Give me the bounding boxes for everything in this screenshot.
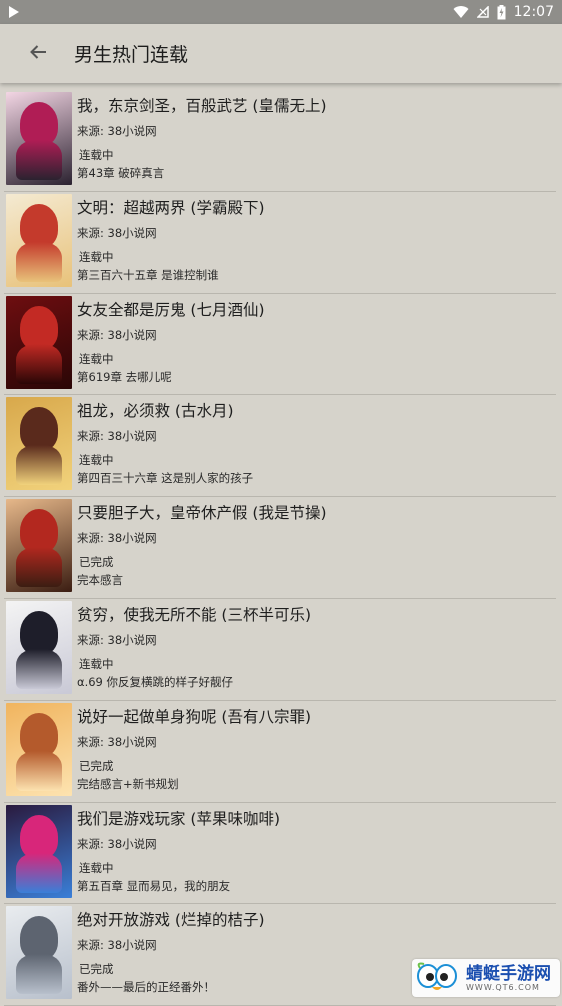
book-cover [6, 702, 72, 796]
wifi-icon [453, 5, 469, 19]
app-bar: 男生热门连载 [0, 24, 562, 83]
book-cover [6, 499, 72, 593]
book-title: 女友全都是厉鬼 (七月酒仙) [77, 300, 265, 319]
page-title: 男生热门连载 [74, 44, 189, 66]
book-cover [6, 804, 72, 898]
book-status: 连载中 [79, 860, 114, 875]
no-signal-icon [476, 6, 489, 18]
latest-chapter: 第三百六十五章 是谁控制谁 [77, 267, 219, 282]
latest-chapter: 番外——最后的正经番外！ [77, 980, 215, 995]
book-title: 贫穷，使我无所不能 (三杯半可乐) [77, 605, 312, 624]
book-status: 连载中 [79, 351, 114, 366]
latest-chapter: α.69 你反复横跳的样子好靓仔 [77, 674, 234, 689]
book-title: 我，东京剑圣，百般武艺 (皇儒无上) [77, 97, 327, 115]
book-status: 已完成 [79, 758, 114, 773]
latest-chapter: 完结感言+新书规划 [77, 776, 179, 791]
book-status: 连载中 [79, 656, 114, 671]
book-source: 来源: 38小说网 [77, 124, 157, 138]
arrow-back-icon [29, 44, 47, 64]
book-status: 连载中 [79, 453, 114, 468]
book-source: 来源: 38小说网 [77, 531, 157, 546]
book-item[interactable]: 祖龙，必须救 (古水月) 来源: 38小说网 连载中 第四百三十六章 这是别人家… [4, 395, 556, 498]
book-title: 我们是游戏玩家 (苹果味咖啡) [77, 809, 281, 828]
book-title: 祖龙，必须救 (古水月) [77, 402, 234, 421]
book-status: 已完成 [79, 962, 114, 977]
book-title: 绝对开放游戏 (烂掉的桔子) [77, 911, 265, 930]
book-title: 说好一起做单身狗呢 (吾有八宗罪) [77, 707, 312, 726]
latest-chapter: 第四百三十六章 这是别人家的孩子 [77, 471, 254, 486]
book-source: 来源: 38小说网 [77, 225, 157, 240]
book-item[interactable]: 女友全都是厉鬼 (七月酒仙) 来源: 38小说网 连载中 第619章 去哪儿呢 [4, 294, 556, 396]
book-status: 连载中 [79, 249, 114, 264]
book-item[interactable]: 文明：超越两界 (学霸殿下) 来源: 38小说网 连载中 第三百六十五章 是谁控… [4, 192, 556, 294]
latest-chapter: 第43章 破碎真言 [77, 166, 165, 180]
book-cover [6, 295, 72, 389]
book-cover [6, 92, 72, 185]
clock: 12:07 [513, 4, 554, 20]
latest-chapter: 第五百章 显而易见，我的朋友 [77, 878, 231, 893]
book-item[interactable]: 我们是游戏玩家 (苹果味咖啡) 来源: 38小说网 连载中 第五百章 显而易见，… [4, 803, 556, 905]
book-cover [6, 906, 72, 1000]
book-item[interactable]: 说好一起做单身狗呢 (吾有八宗罪) 来源: 38小说网 已完成 完结感言+新书规… [4, 701, 556, 803]
book-cover [6, 193, 72, 287]
battery-icon [497, 4, 506, 20]
book-item[interactable]: 我，东京剑圣，百般武艺 (皇儒无上) 来源: 38小说网 连载中 第43章 破碎… [4, 90, 556, 192]
book-cover [6, 397, 72, 491]
status-bar: 12:07 [0, 0, 562, 24]
back-button[interactable] [20, 36, 56, 72]
book-title: 文明：超越两界 (学霸殿下) [77, 198, 265, 217]
dragonfly-logo-icon [416, 962, 460, 994]
book-status: 连载中 [79, 148, 114, 162]
book-list: 我，东京剑圣，百般武艺 (皇儒无上) 来源: 38小说网 连载中 第43章 破碎… [0, 90, 562, 1006]
latest-chapter: 第619章 去哪儿呢 [77, 369, 172, 384]
latest-chapter: 完本感言 [77, 573, 123, 588]
play-store-icon [8, 5, 20, 19]
watermark-title: 蜻蜓手游网 [466, 963, 551, 984]
book-source: 来源: 38小说网 [77, 938, 157, 953]
book-source: 来源: 38小说网 [77, 429, 157, 444]
book-source: 来源: 38小说网 [77, 632, 157, 647]
book-source: 来源: 38小说网 [77, 327, 157, 342]
book-cover [6, 600, 72, 694]
watermark-url: WWW.QT6.COM [466, 982, 540, 992]
book-item[interactable]: 只要胆子大，皇帝休产假 (我是节操) 来源: 38小说网 已完成 完本感言 [4, 497, 556, 599]
book-status: 已完成 [79, 555, 114, 570]
book-item[interactable]: 贫穷，使我无所不能 (三杯半可乐) 来源: 38小说网 连载中 α.69 你反复… [4, 599, 556, 701]
site-watermark: 蜻蜓手游网 WWW.QT6.COM [412, 959, 560, 997]
book-source: 来源: 38小说网 [77, 734, 157, 749]
book-source: 来源: 38小说网 [77, 836, 157, 851]
book-title: 只要胆子大，皇帝休产假 (我是节操) [77, 504, 327, 523]
